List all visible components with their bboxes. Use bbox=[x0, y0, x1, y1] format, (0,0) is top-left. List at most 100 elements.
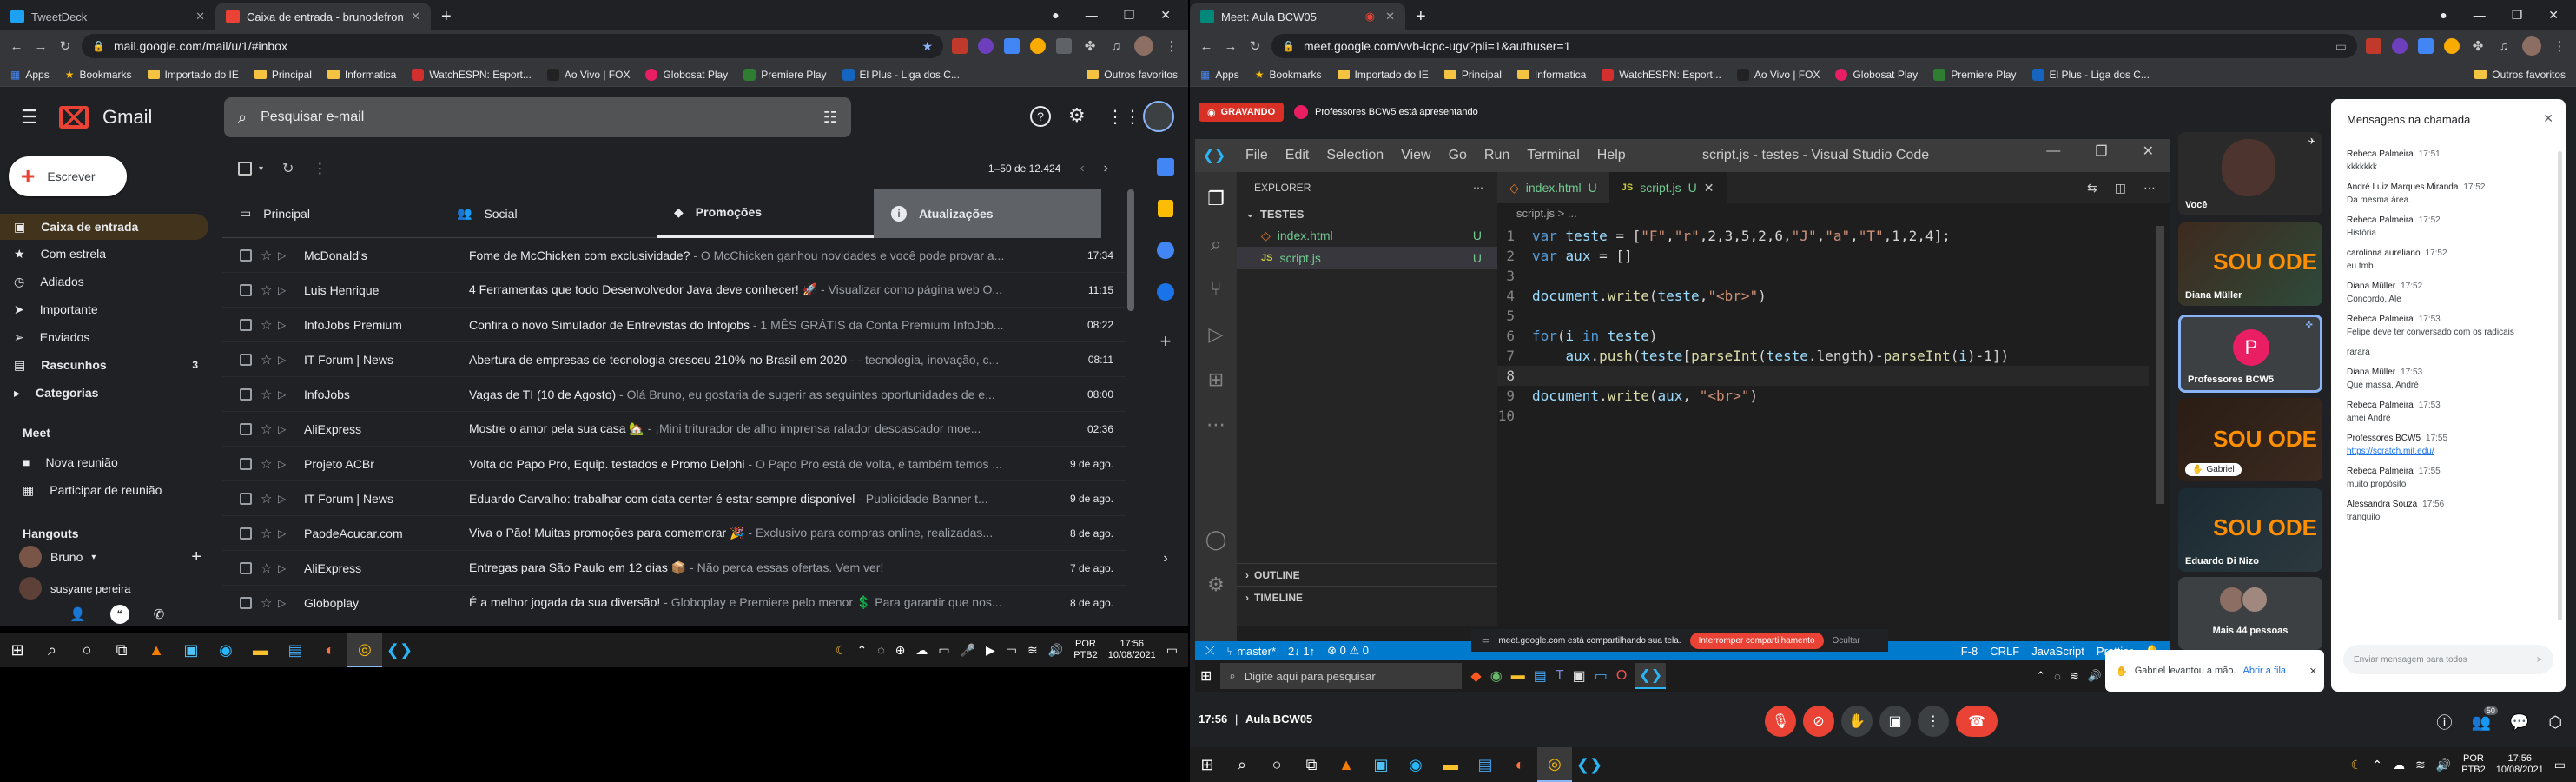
join-meeting-button[interactable]: ▦ Participar de reunião bbox=[9, 476, 208, 504]
row-checkbox[interactable] bbox=[240, 492, 252, 505]
tasks-icon[interactable] bbox=[1157, 242, 1174, 259]
minimize-icon[interactable]: — bbox=[2474, 8, 2486, 22]
notifications-icon[interactable]: ▭ bbox=[2554, 758, 2566, 772]
row-checkbox[interactable] bbox=[240, 596, 252, 609]
email-row[interactable]: ☆ ▷ Projeto ACBr Volta do Papo Pro, Equip. … bbox=[222, 447, 1126, 481]
teams-icon[interactable]: T bbox=[1556, 668, 1564, 684]
pin-icon[interactable]: ✈ bbox=[2308, 137, 2315, 147]
email-row[interactable]: ☆ ▷ PaodeAcucar.com Viva o Pão! Muitas prom… bbox=[222, 516, 1126, 551]
star-icon[interactable]: ☆ bbox=[261, 456, 278, 472]
window-close-icon[interactable]: ✕ bbox=[2548, 8, 2559, 23]
firefox-icon[interactable]: ◐ bbox=[1503, 747, 1537, 782]
timeline-section[interactable]: › TIMELINE bbox=[1237, 586, 1497, 608]
close-icon[interactable]: ✕ bbox=[411, 10, 420, 23]
extensions-icon[interactable]: ⊞ bbox=[1208, 368, 1224, 391]
window-close-icon[interactable]: ✕ bbox=[1160, 8, 1171, 23]
refresh-icon[interactable]: ↻ bbox=[282, 160, 294, 177]
code-line[interactable]: 3 bbox=[1497, 266, 2149, 286]
file-script-js[interactable]: JS script.js U bbox=[1237, 247, 1497, 269]
new-tab-button[interactable]: + bbox=[1405, 3, 1437, 30]
clock[interactable]: 17:56 10/08/2021 bbox=[1108, 639, 1156, 661]
account-icon[interactable]: ◯ bbox=[1205, 528, 1227, 551]
profile-avatar[interactable] bbox=[2522, 36, 2541, 56]
email-row[interactable]: ☆ ▷ Luis Henrique 4 Ferramentas que todo De… bbox=[222, 273, 1126, 308]
important-marker-icon[interactable]: ▷ bbox=[278, 249, 295, 262]
forward-icon[interactable]: → bbox=[33, 38, 49, 54]
tab-promocoes[interactable]: ◆ Promoções bbox=[657, 189, 874, 238]
row-checkbox[interactable] bbox=[240, 561, 252, 574]
add-icon[interactable]: + bbox=[191, 547, 201, 567]
hangouts-contact[interactable]: susyane pereira bbox=[19, 577, 131, 600]
code-editor[interactable]: 1 var teste = ["F","r",2,3,5,2,6,"J","a",… bbox=[1497, 226, 2149, 591]
new-tab-button[interactable]: + bbox=[431, 3, 462, 30]
prev-page-icon[interactable]: ‹ bbox=[1080, 161, 1084, 176]
file-explorer-icon[interactable]: ▬ bbox=[1511, 668, 1525, 684]
bookmark-folder[interactable]: Importado do IE bbox=[1337, 69, 1429, 81]
list-scrollbar[interactable] bbox=[1127, 189, 1134, 311]
cortana-icon[interactable]: ○ bbox=[1259, 747, 1294, 782]
bookmark-folder[interactable]: Informatica bbox=[1516, 69, 1586, 81]
microphone-icon[interactable]: 🎤 bbox=[961, 643, 975, 658]
edge-icon[interactable]: ◉ bbox=[208, 633, 243, 667]
present-button[interactable]: ▣ bbox=[1879, 706, 1911, 737]
problems-indicator[interactable]: ⊗ 0 ⚠ 0 bbox=[1327, 644, 1369, 658]
tab-principal[interactable]: ▭ Principal bbox=[222, 189, 439, 238]
row-checkbox[interactable] bbox=[240, 318, 252, 331]
bookmark-item[interactable]: Globosat Play bbox=[1835, 68, 1918, 81]
wifi-icon[interactable]: ≋ bbox=[2415, 758, 2426, 772]
important-marker-icon[interactable]: ▷ bbox=[278, 527, 295, 540]
email-row[interactable]: ☆ ▷ McDonald's Fome de McChicken com exclus… bbox=[222, 238, 1126, 273]
camera-off-button[interactable]: ⊘ bbox=[1803, 706, 1834, 737]
other-bookmarks[interactable]: Outros favoritos bbox=[2474, 69, 2566, 81]
extension-abp-icon[interactable] bbox=[2366, 38, 2381, 54]
send-icon[interactable]: ➤ bbox=[2536, 655, 2543, 665]
star-icon[interactable]: ☆ bbox=[261, 421, 278, 437]
code-line[interactable]: 1 var teste = ["F","r",2,3,5,2,6,"J","a",… bbox=[1497, 226, 2149, 246]
maximize-icon[interactable]: ❐ bbox=[1124, 8, 1135, 23]
email-row[interactable]: ☆ ▷ InfoJobs Vagas de TI (10 de Agosto) - O… bbox=[222, 377, 1126, 412]
menu-item[interactable]: Edit bbox=[1285, 148, 1310, 163]
settings-gear-icon[interactable]: ⚙ bbox=[1068, 104, 1086, 127]
tab-index-html[interactable]: ◇ index.html U bbox=[1497, 172, 1609, 203]
person-icon[interactable]: 👤 bbox=[69, 606, 86, 622]
close-icon[interactable]: ✕ bbox=[2543, 111, 2553, 126]
volume-icon[interactable]: 🔊 bbox=[2436, 758, 2451, 772]
apps-grid-icon[interactable]: ⋮⋮ bbox=[1106, 106, 1141, 128]
star-icon[interactable]: ☆ bbox=[261, 248, 278, 263]
back-icon[interactable]: ← bbox=[1199, 38, 1214, 54]
menu-icon[interactable]: ⋮ bbox=[1164, 38, 1179, 54]
participant-tile-gabriel[interactable]: SOU ODE ✋ Gabriel bbox=[2178, 398, 2322, 481]
row-checkbox[interactable] bbox=[240, 527, 252, 540]
code-line[interactable]: 4 document.write(teste,"<br>") bbox=[1497, 286, 2149, 306]
code-line[interactable]: 10 bbox=[1497, 406, 2149, 426]
task-view-icon[interactable]: ⧉ bbox=[1294, 747, 1329, 782]
bookmark-item[interactable]: Premiere Play bbox=[743, 68, 827, 81]
close-icon[interactable]: ✕ bbox=[2143, 142, 2154, 160]
source-control-icon[interactable]: ⑂ bbox=[1210, 278, 1221, 301]
add-addon-icon[interactable]: + bbox=[1160, 330, 1172, 353]
cortana-icon[interactable]: ○ bbox=[69, 633, 104, 667]
minimize-icon[interactable]: — bbox=[2046, 143, 2060, 159]
onedrive-icon[interactable]: ☁ bbox=[915, 643, 928, 658]
monitor-icon[interactable]: ▭ bbox=[1006, 643, 1017, 658]
menu-item[interactable]: Terminal bbox=[1527, 148, 1579, 163]
volume-icon[interactable]: 🔊 bbox=[2088, 669, 2102, 683]
tray-app-icon[interactable]: ◌ bbox=[877, 643, 884, 657]
chat-link[interactable]: https://scratch.mit.edu/ bbox=[2347, 447, 2555, 456]
search-icon[interactable]: ⌕ bbox=[1211, 233, 1221, 255]
tab-gmail[interactable]: Caixa de entrada - brunodefront ✕ bbox=[215, 3, 431, 30]
menu-item[interactable]: Selection bbox=[1326, 148, 1384, 163]
star-icon[interactable]: ☆ bbox=[261, 352, 278, 368]
folder-testes[interactable]: ⌄ TESTES bbox=[1237, 203, 1497, 224]
chat-icon[interactable]: 💬 bbox=[2510, 713, 2529, 732]
taskbar-search-box[interactable]: ⌕ Digite aqui para pesquisar bbox=[1220, 663, 1463, 689]
outline-section[interactable]: › OUTLINE bbox=[1237, 563, 1497, 586]
star-icon[interactable]: ☆ bbox=[261, 595, 278, 611]
language-indicator[interactable]: JavaScript bbox=[2031, 645, 2084, 658]
search-icon[interactable]: ⌕ bbox=[238, 109, 247, 127]
file-explorer-icon[interactable]: ▬ bbox=[1433, 747, 1468, 782]
brave-icon[interactable]: ◆ bbox=[1470, 667, 1481, 685]
hide-button[interactable]: Ocultar bbox=[1833, 636, 1860, 646]
weather-moon-icon[interactable]: ☾ bbox=[836, 643, 847, 658]
code-line[interactable]: 2 var aux = [] bbox=[1497, 246, 2149, 266]
